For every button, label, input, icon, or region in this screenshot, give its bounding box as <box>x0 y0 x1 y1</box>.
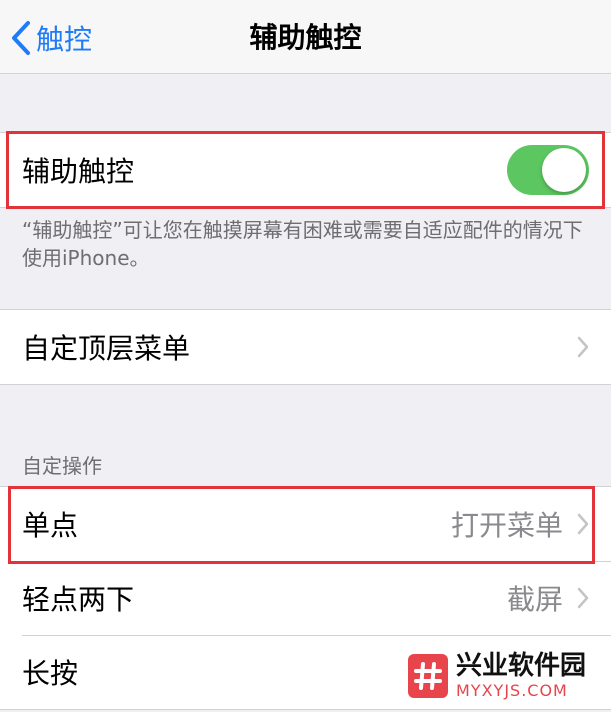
navigation-bar: 触控 辅助触控 <box>0 0 611 74</box>
assistive-touch-label: 辅助触控 <box>22 155 135 188</box>
custom-actions-header: 自定操作 <box>22 454 102 478</box>
double-tap-value: 截屏 <box>506 583 563 616</box>
customize-top-level-menu-row[interactable]: 自定顶层菜单 <box>0 310 611 384</box>
double-tap-row[interactable]: 轻点两下 截屏 <box>0 561 611 635</box>
double-tap-label: 轻点两下 <box>22 583 135 616</box>
customize-top-level-menu-label: 自定顶层菜单 <box>22 332 191 365</box>
chevron-right-icon <box>577 513 589 535</box>
single-tap-row[interactable]: 单点 打开菜单 <box>0 487 611 561</box>
watermark-url: MYXYJS.COM <box>456 681 568 700</box>
page-title: 辅助触控 <box>249 21 362 54</box>
assistive-touch-description: “辅助触控”可让您在触摸屏幕有困难或需要自适应配件的情况下使用iPhone。 <box>22 218 583 270</box>
watermark-text: 兴业软件园 MYXYJS.COM <box>456 653 586 699</box>
assistive-touch-row: 辅助触控 <box>0 133 611 207</box>
assistive-touch-group: 辅助触控 <box>0 132 611 208</box>
chevron-right-icon <box>577 587 589 609</box>
watermark-name: 兴业软件园 <box>456 651 587 681</box>
single-tap-value: 打开菜单 <box>450 509 563 542</box>
top-level-menu-group: 自定顶层菜单 <box>0 309 611 385</box>
watermark: 兴业软件园 MYXYJS.COM <box>408 648 606 704</box>
single-tap-label: 单点 <box>22 509 79 542</box>
toggle-knob <box>542 148 586 192</box>
hash-logo-icon <box>408 654 448 698</box>
assistive-touch-toggle[interactable] <box>507 145 589 195</box>
chevron-right-icon <box>577 336 589 358</box>
